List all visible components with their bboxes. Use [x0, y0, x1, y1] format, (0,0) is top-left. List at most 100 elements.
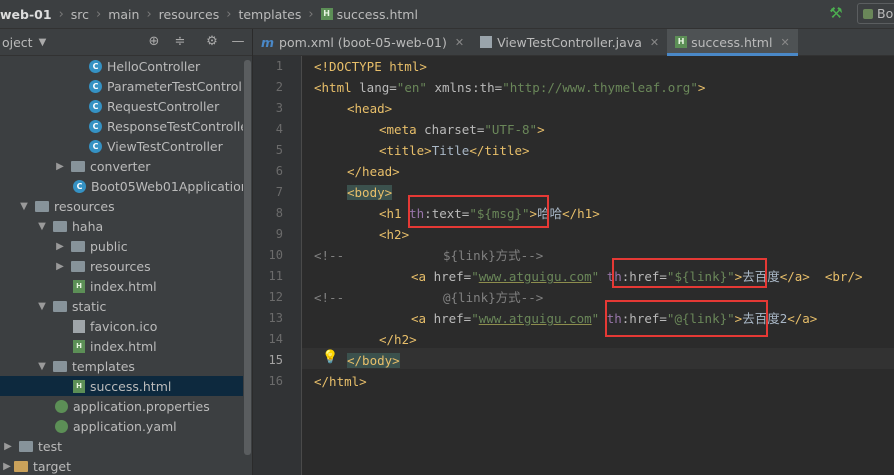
- tree-item-label: resources: [54, 198, 115, 214]
- project-tree: C HelloController C ParameterTestControlle…: [0, 56, 252, 475]
- tab-label: success.html: [691, 34, 773, 50]
- tree-item-label: index.html: [90, 278, 157, 294]
- chevron-right-icon[interactable]: ▶: [53, 261, 67, 272]
- tree-item[interactable]: Hindex.html: [0, 336, 252, 356]
- line-number: 10: [268, 248, 283, 262]
- line-number: 5: [275, 143, 283, 157]
- code-token: </title>: [469, 143, 530, 158]
- code-token: href=: [433, 269, 472, 284]
- tab-view-test-controller[interactable]: ViewTestController.java ✕: [472, 29, 667, 55]
- tree-item[interactable]: Hindex.html: [0, 276, 252, 296]
- tree-item[interactable]: C HelloController: [0, 56, 252, 76]
- spring-boot-class-icon: C: [73, 179, 86, 193]
- html-file-icon: H: [73, 339, 85, 353]
- gear-icon[interactable]: ⚙: [203, 33, 221, 51]
- chevron-down-icon[interactable]: ▼: [39, 37, 47, 48]
- folder-icon: [71, 240, 85, 252]
- code-token: <meta: [379, 122, 425, 137]
- tree-item[interactable]: ▼ resources: [0, 196, 252, 216]
- tree-item[interactable]: ▼ haha: [0, 216, 252, 236]
- tree-item[interactable]: C RequestController: [0, 96, 252, 116]
- project-view-selector[interactable]: oject: [2, 35, 33, 50]
- tree-item-label: ParameterTestController: [107, 78, 252, 94]
- tree-item[interactable]: ▼ templates: [0, 356, 252, 376]
- hide-panel-icon[interactable]: —: [229, 33, 247, 51]
- close-icon[interactable]: ✕: [455, 36, 464, 49]
- folder-icon: [19, 440, 33, 452]
- tree-item[interactable]: application.yaml: [0, 416, 252, 436]
- tree-item-label: application.properties: [73, 398, 210, 414]
- folder-icon: [53, 360, 67, 372]
- class-icon: C: [89, 119, 102, 133]
- chevron-down-icon[interactable]: ▼: [17, 201, 31, 212]
- breadcrumb-project[interactable]: web-01: [0, 0, 55, 28]
- run-configuration-selector[interactable]: Bo: [857, 3, 894, 24]
- code-token: <a: [411, 269, 434, 284]
- breadcrumb-src[interactable]: src: [68, 0, 92, 28]
- locate-file-icon[interactable]: ⊕: [145, 33, 163, 51]
- chevron-right-icon[interactable]: ▶: [0, 461, 14, 472]
- java-file-icon: [480, 36, 493, 48]
- tree-item[interactable]: C ParameterTestController: [0, 76, 252, 96]
- chevron-down-icon[interactable]: ▼: [35, 361, 49, 372]
- tree-item-label: converter: [90, 158, 151, 174]
- line-number-gutter: [253, 56, 301, 475]
- resources-folder-icon: [35, 200, 49, 212]
- close-icon[interactable]: ✕: [780, 36, 789, 49]
- code-token: "en": [396, 80, 427, 95]
- code-line-16: </html>: [314, 371, 367, 392]
- breadcrumb-file[interactable]: Hsuccess.html: [318, 0, 421, 28]
- chevron-down-icon[interactable]: ▼: [35, 221, 49, 232]
- line-number: 6: [275, 164, 283, 178]
- chevron-right-icon[interactable]: ▶: [53, 241, 67, 252]
- tree-item[interactable]: favicon.ico: [0, 316, 252, 336]
- build-hammer-icon[interactable]: ⚒: [826, 4, 846, 24]
- tree-item-selected[interactable]: Hsuccess.html: [0, 376, 252, 396]
- code-token: Title: [431, 143, 470, 158]
- intention-bulb-icon[interactable]: 💡: [322, 350, 338, 366]
- code-token: ": [471, 311, 479, 326]
- tree-item[interactable]: ▶ resources: [0, 256, 252, 276]
- tree-item[interactable]: application.properties: [0, 396, 252, 416]
- tab-pom-xml[interactable]: m pom.xml (boot-05-web-01) ✕: [253, 29, 472, 55]
- tree-item-label: public: [90, 238, 128, 254]
- tree-item-label: index.html: [90, 338, 157, 354]
- code-token: <body>: [347, 185, 393, 200]
- run-configuration-label: Bo: [877, 6, 894, 21]
- code-token: </html>: [314, 374, 367, 389]
- code-line-2: <html lang="en" xmlns:th="http://www.thy…: [314, 77, 705, 98]
- annotation-box-th-text: [408, 195, 549, 228]
- collapse-all-icon[interactable]: ≑: [171, 33, 189, 51]
- code-token: <h1: [379, 206, 410, 221]
- breadcrumb-file-label: success.html: [336, 6, 418, 22]
- tree-item[interactable]: ▶ converter: [0, 156, 252, 176]
- tree-item-label: application.yaml: [73, 418, 177, 434]
- line-number: 1: [275, 59, 283, 73]
- tree-item[interactable]: C ViewTestController: [0, 136, 252, 156]
- breadcrumb-resources[interactable]: resources: [156, 0, 223, 28]
- tab-label: ViewTestController.java: [497, 34, 642, 50]
- code-token: "UTF-8": [484, 122, 538, 137]
- tree-item[interactable]: ▶ public: [0, 236, 252, 256]
- tree-item-label: ResponseTestController: [107, 118, 252, 134]
- tree-item[interactable]: ▶ test: [0, 436, 244, 456]
- tab-success-html[interactable]: Hsuccess.html ✕: [667, 29, 798, 56]
- chevron-right-icon[interactable]: ▶: [53, 161, 67, 172]
- tree-item[interactable]: C ResponseTestController: [0, 116, 252, 136]
- chevron-right-icon[interactable]: ▶: [1, 441, 15, 452]
- breadcrumb-templates[interactable]: templates: [235, 0, 304, 28]
- line-number: 4: [275, 122, 283, 136]
- tree-item-label: target: [33, 458, 72, 474]
- maven-icon: m: [261, 34, 275, 50]
- chevron-down-icon[interactable]: ▼: [35, 301, 49, 312]
- class-icon: C: [89, 99, 102, 113]
- breadcrumb-main[interactable]: main: [105, 0, 142, 28]
- tree-item[interactable]: C Boot05Web01Application: [0, 176, 252, 196]
- scrollbar-thumb[interactable]: [244, 60, 251, 455]
- tree-item[interactable]: ▼ static: [0, 296, 252, 316]
- breadcrumb-separator-icon: ›: [96, 6, 102, 22]
- close-icon[interactable]: ✕: [650, 36, 659, 49]
- code-line-3: <head>: [347, 98, 392, 119]
- tree-item[interactable]: ▶ target: [0, 456, 243, 475]
- line-number: 12: [268, 290, 283, 304]
